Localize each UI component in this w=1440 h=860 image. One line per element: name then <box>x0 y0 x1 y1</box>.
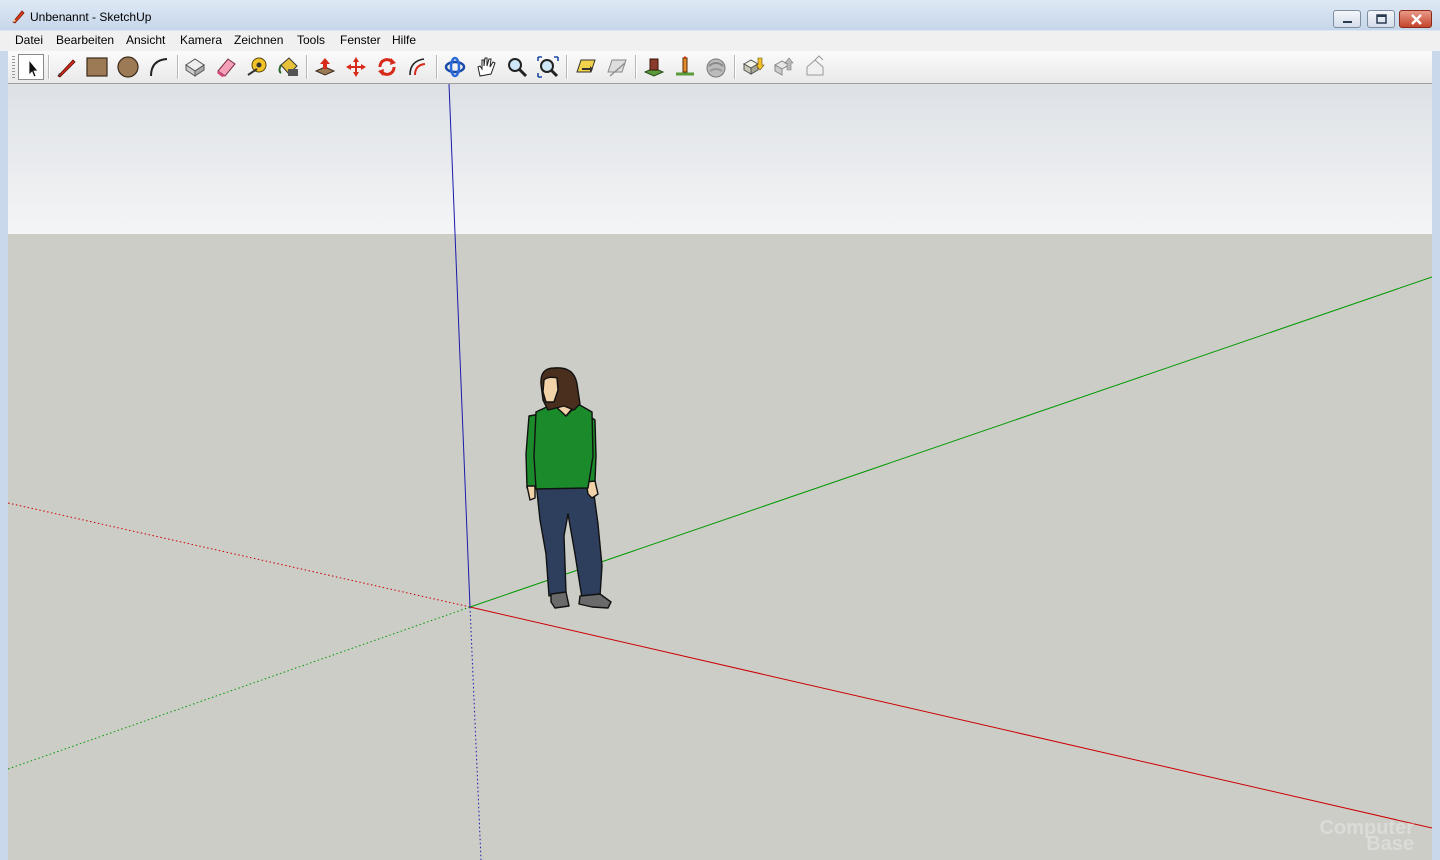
toolbar-separator <box>734 55 736 79</box>
toolbar-separator <box>436 55 438 79</box>
make-component-button[interactable] <box>182 54 208 80</box>
ground-plane <box>8 234 1432 860</box>
push-pull-button[interactable] <box>312 54 338 80</box>
person-shoe-left <box>550 591 570 609</box>
menu-bearbeiten[interactable]: Bearbeiten <box>53 33 117 47</box>
share-model-button[interactable] <box>771 54 797 80</box>
menu-bar: Datei Bearbeiten Ansicht Kamera Zeichnen… <box>0 30 1440 51</box>
previous-view-button[interactable] <box>573 54 599 80</box>
toolbar-separator <box>306 55 308 79</box>
add-location-button[interactable] <box>641 54 667 80</box>
google-earth-button[interactable] <box>703 54 729 80</box>
close-button[interactable] <box>1399 10 1432 28</box>
menu-kamera[interactable]: Kamera <box>177 33 225 47</box>
maximize-button[interactable] <box>1367 10 1395 28</box>
arc-tool-button[interactable] <box>146 54 172 80</box>
computerbase-watermark: Computer Base <box>1320 818 1414 854</box>
rotate-tool-button[interactable] <box>374 54 400 80</box>
window-title: Unbenannt - SketchUp <box>30 10 152 24</box>
zoom-tool-button[interactable] <box>504 54 530 80</box>
sky <box>8 84 1432 234</box>
next-view-button[interactable] <box>604 54 630 80</box>
menu-datei[interactable]: Datei <box>12 33 46 47</box>
toolbar-separator <box>635 55 637 79</box>
menu-zeichnen[interactable]: Zeichnen <box>231 33 286 47</box>
eraser-tool-button[interactable] <box>213 54 239 80</box>
move-tool-button[interactable] <box>343 54 369 80</box>
toolbar-separator <box>177 55 179 79</box>
person-shirt <box>533 403 594 490</box>
title-bar: Unbenannt - SketchUp <box>0 0 1440 30</box>
menu-tools[interactable]: Tools <box>294 33 328 47</box>
zoom-extents-button[interactable] <box>535 54 561 80</box>
share-component-button[interactable] <box>802 54 828 80</box>
minimize-button[interactable] <box>1333 10 1361 28</box>
drawing-viewport[interactable]: Computer Base <box>8 84 1432 860</box>
pan-tool-button[interactable] <box>473 54 499 80</box>
offset-tool-button[interactable] <box>405 54 431 80</box>
toolbar-separator <box>48 55 50 79</box>
sketchup-window: Unbenannt - SketchUp Datei Bearbeiten An… <box>0 0 1440 860</box>
rectangle-tool-button[interactable] <box>84 54 110 80</box>
line-tool-button[interactable] <box>53 54 79 80</box>
menu-ansicht[interactable]: Ansicht <box>123 33 168 47</box>
select-tool-button[interactable] <box>18 54 44 80</box>
tape-measure-button[interactable] <box>244 54 270 80</box>
menu-hilfe[interactable]: Hilfe <box>389 33 419 47</box>
sketchup-app-icon <box>10 8 26 24</box>
person-face <box>542 376 559 403</box>
getting-started-toolbar <box>8 51 1432 84</box>
paint-bucket-button[interactable] <box>275 54 301 80</box>
toolbar-grip[interactable] <box>12 56 15 78</box>
menu-fenster[interactable]: Fenster <box>337 33 384 47</box>
orbit-tool-button[interactable] <box>442 54 468 80</box>
toolbar-separator <box>566 55 568 79</box>
get-models-button[interactable] <box>740 54 766 80</box>
circle-tool-button[interactable] <box>115 54 141 80</box>
toggle-terrain-button[interactable] <box>672 54 698 80</box>
